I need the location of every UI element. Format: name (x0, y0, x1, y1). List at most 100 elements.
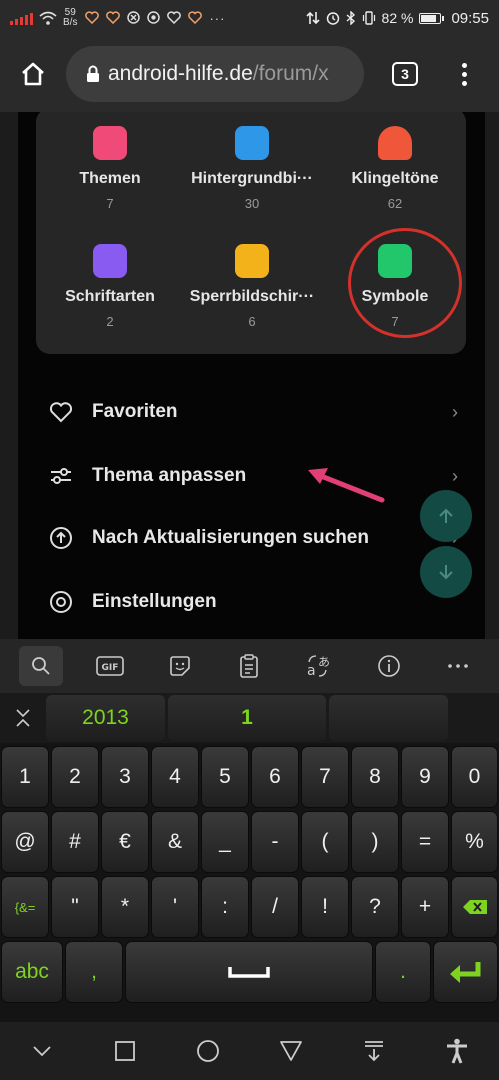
clock: 09:55 (451, 9, 489, 27)
collapse-icon (16, 709, 30, 727)
key-plus[interactable]: + (401, 876, 449, 938)
key-9[interactable]: 9 (401, 746, 449, 808)
home-button[interactable] (0, 36, 66, 112)
key-ampersand[interactable]: & (151, 811, 199, 873)
arrow-up-icon (439, 508, 453, 523)
key-abc[interactable]: abc (1, 941, 63, 1003)
grid-item-schriftarten[interactable]: Schriftarten 2 (40, 244, 180, 329)
grid-item-klingeltoene[interactable]: Klingeltöne 62 (325, 126, 465, 211)
key-colon[interactable]: : (201, 876, 249, 938)
web-page[interactable]: Themen 7 Hintergrundbi··· 30 Klingeltöne… (0, 112, 499, 639)
key-comma[interactable]: , (65, 941, 123, 1003)
key-at[interactable]: @ (1, 811, 49, 873)
suggestion-1[interactable]: 2013 (46, 695, 165, 741)
key-question[interactable]: ? (351, 876, 399, 938)
search-button[interactable] (18, 646, 63, 686)
alarm-icon (326, 12, 339, 25)
key-euro[interactable]: € (101, 811, 149, 873)
hide-keyboard-button[interactable] (20, 1029, 64, 1073)
gif-button[interactable]: GIF (88, 646, 132, 686)
key-paren-close[interactable]: ) (351, 811, 399, 873)
menu-row-thema-anpassen[interactable]: Thema anpassen › (48, 456, 458, 496)
accessibility-button[interactable] (435, 1029, 479, 1073)
key-underscore[interactable]: _ (201, 811, 249, 873)
menu-row-einstellungen[interactable]: Einstellungen (48, 582, 458, 622)
back-button[interactable] (269, 1029, 313, 1073)
key-more-symbols[interactable]: {&= (1, 876, 49, 938)
key-4[interactable]: 4 (151, 746, 199, 808)
clipboard-button[interactable] (227, 646, 271, 686)
key-quote[interactable]: " (51, 876, 99, 938)
net-speed: 59 B/s (63, 7, 78, 28)
key-7[interactable]: 7 (301, 746, 349, 808)
health-icon (167, 10, 182, 24)
embedded-screenshot: Themen 7 Hintergrundbi··· 30 Klingeltöne… (18, 112, 485, 639)
themes-icon (93, 126, 127, 160)
key-2[interactable]: 2 (51, 746, 99, 808)
bell-icon (378, 126, 412, 160)
menu-row-aktualisierungen[interactable]: Nach Aktualisierungen suchen › (48, 518, 458, 558)
key-asterisk[interactable]: * (101, 876, 149, 938)
tab-count: 3 (392, 62, 418, 86)
status-bar: 59 B/s ··· 82 % 09:55 (0, 0, 499, 36)
notifications-pulldown-button[interactable] (352, 1029, 396, 1073)
key-percent[interactable]: % (451, 811, 498, 873)
overflow-menu-button[interactable] (444, 62, 484, 86)
sticker-button[interactable] (158, 646, 202, 686)
notification-icons: ··· (85, 11, 225, 26)
battery-percent: 82 % (381, 10, 414, 26)
menu-row-favoriten[interactable]: Favoriten › (48, 392, 458, 432)
settings-icon (48, 589, 74, 615)
key-equals[interactable]: = (401, 811, 449, 873)
more-button[interactable] (436, 646, 480, 686)
grid-item-hintergrundbilder[interactable]: Hintergrundbi··· 30 (182, 126, 322, 211)
suggestion-3[interactable] (329, 695, 448, 741)
key-1[interactable]: 1 (1, 746, 49, 808)
key-hash[interactable]: # (51, 811, 99, 873)
theme-categories-card: Themen 7 Hintergrundbi··· 30 Klingeltöne… (36, 112, 466, 354)
space-key[interactable] (125, 941, 373, 1003)
key-apostrophe[interactable]: ' (151, 876, 199, 938)
backspace-icon (462, 900, 487, 914)
home-nav-button[interactable] (186, 1029, 230, 1073)
collapse-keyboard-button[interactable] (0, 707, 46, 729)
gif-icon: GIF (96, 656, 125, 676)
chevron-right-icon: › (452, 465, 458, 486)
key-paren-open[interactable]: ( (301, 811, 349, 873)
scroll-up-button[interactable] (420, 490, 472, 542)
info-icon (377, 655, 400, 677)
grid-item-themen[interactable]: Themen 7 (40, 126, 180, 211)
back-icon (280, 1041, 302, 1061)
key-period[interactable]: . (375, 941, 431, 1003)
url-field[interactable]: android-hilfe.de/forum/x (66, 46, 364, 102)
key-5[interactable]: 5 (201, 746, 249, 808)
square-icon (114, 1041, 135, 1061)
key-0[interactable]: 0 (451, 746, 498, 808)
signal-icon (10, 11, 33, 25)
key-slash[interactable]: / (251, 876, 299, 938)
scroll-down-button[interactable] (420, 546, 472, 598)
grid-item-sperrbildschirm[interactable]: Sperrbildschir··· 6 (182, 244, 322, 329)
key-3[interactable]: 3 (101, 746, 149, 808)
key-8[interactable]: 8 (351, 746, 399, 808)
key-exclamation[interactable]: ! (301, 876, 349, 938)
tabs-button[interactable]: 3 (366, 62, 444, 86)
translate-button[interactable]: aあ (297, 646, 341, 686)
suggestion-2[interactable]: 1 (168, 695, 326, 741)
browser-toolbar: android-hilfe.de/forum/x 3 (0, 36, 499, 112)
more-icon (448, 664, 468, 668)
info-button[interactable] (367, 646, 411, 686)
recents-button[interactable] (103, 1029, 147, 1073)
key-6[interactable]: 6 (251, 746, 299, 808)
home-icon (22, 62, 44, 86)
backspace-key[interactable] (451, 876, 498, 938)
sliders-icon (48, 463, 74, 489)
health-icon (106, 10, 121, 24)
chevron-down-icon (32, 1046, 51, 1057)
upload-icon (48, 525, 74, 551)
annotation-arrow-icon (308, 468, 385, 503)
key-minus[interactable]: - (251, 811, 299, 873)
enter-key[interactable] (433, 941, 498, 1003)
font-icon (93, 244, 127, 278)
more-icon: ··· (209, 10, 226, 26)
